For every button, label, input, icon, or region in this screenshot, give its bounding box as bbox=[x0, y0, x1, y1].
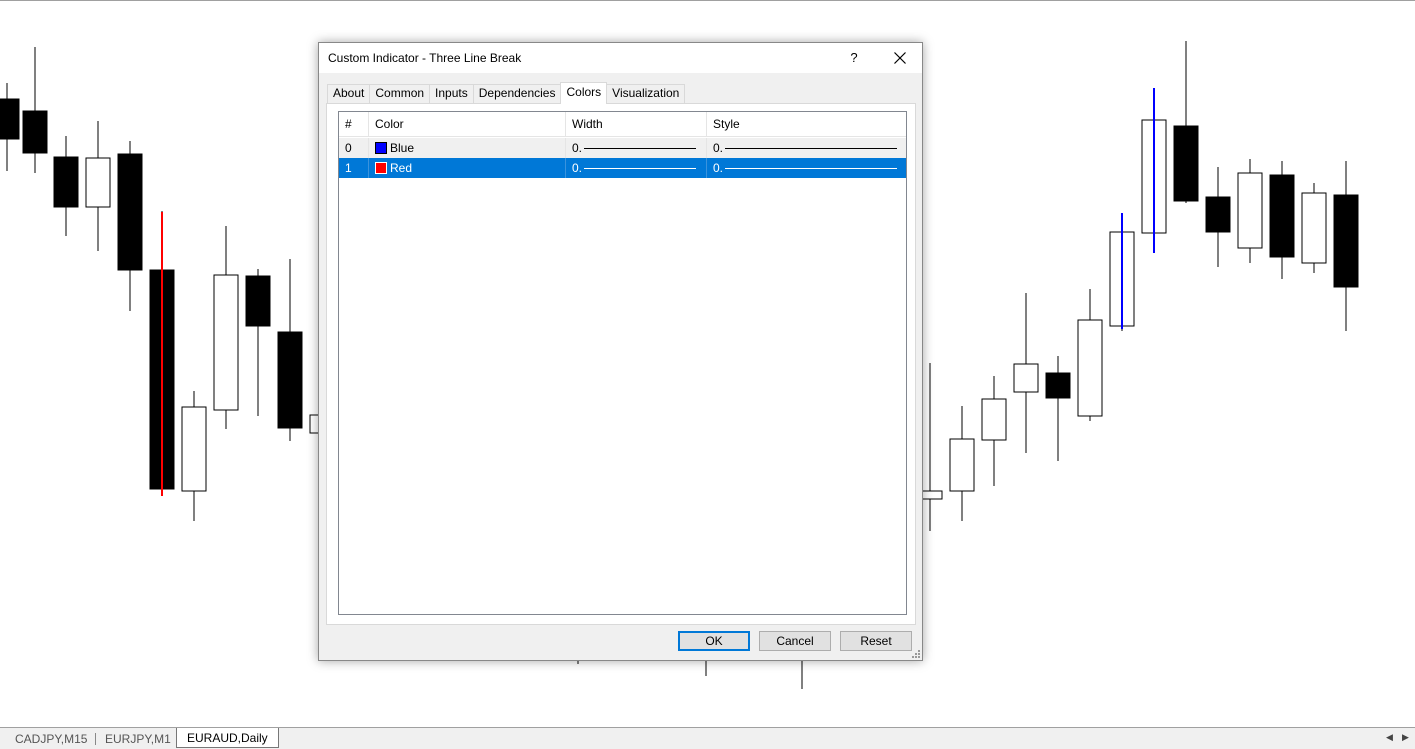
candle bbox=[1269, 161, 1295, 279]
candle bbox=[1173, 41, 1199, 203]
style-value: 0. bbox=[713, 141, 724, 155]
ok-button[interactable]: OK bbox=[678, 631, 750, 651]
scroll-left-icon[interactable]: ◀ bbox=[1386, 732, 1393, 743]
candle bbox=[1237, 159, 1263, 263]
header-style[interactable]: Style bbox=[707, 112, 906, 137]
grid-header: # Color Width Style bbox=[339, 112, 906, 137]
color-cell[interactable]: Red bbox=[369, 158, 566, 178]
candle bbox=[949, 406, 975, 521]
width-line-sample bbox=[584, 168, 696, 169]
color-name: Red bbox=[390, 161, 413, 175]
candle bbox=[22, 47, 48, 173]
chart-tab-bar: CADJPY,M15 EURJPY,M1 EURAUD,Daily ◀ ▶ bbox=[0, 727, 1415, 749]
resize-grip-icon[interactable] bbox=[912, 650, 920, 658]
close-button[interactable] bbox=[885, 47, 915, 69]
dialog-titlebar[interactable]: Custom Indicator - Three Line Break ? bbox=[319, 43, 922, 73]
width-cell[interactable]: 0. bbox=[566, 138, 707, 158]
candle bbox=[245, 269, 271, 416]
colors-tab-panel: # Color Width Style 0 Blue 0. 0. 1 Red 0… bbox=[326, 103, 916, 625]
header-index[interactable]: # bbox=[339, 112, 369, 137]
candle bbox=[1333, 161, 1359, 331]
close-icon bbox=[894, 52, 906, 64]
width-cell[interactable]: 0. bbox=[566, 158, 707, 178]
chart-tab-cadjpy[interactable]: CADJPY,M15 bbox=[5, 730, 97, 748]
tab-inputs[interactable]: Inputs bbox=[429, 84, 474, 103]
tab-dependencies[interactable]: Dependencies bbox=[472, 84, 562, 103]
style-line-sample bbox=[725, 168, 897, 169]
cancel-button[interactable]: Cancel bbox=[759, 631, 831, 651]
tab-visualization[interactable]: Visualization bbox=[606, 84, 686, 103]
custom-indicator-dialog: Custom Indicator - Three Line Break ? Ab… bbox=[318, 42, 923, 661]
width-line-sample bbox=[584, 148, 696, 149]
candle bbox=[181, 391, 207, 521]
candle bbox=[1077, 289, 1103, 421]
candle bbox=[1045, 356, 1071, 461]
style-cell[interactable]: 0. bbox=[707, 138, 906, 158]
candle bbox=[1205, 167, 1231, 267]
candle bbox=[117, 141, 143, 311]
color-name: Blue bbox=[390, 141, 415, 155]
header-width[interactable]: Width bbox=[566, 112, 707, 137]
candle bbox=[0, 83, 20, 171]
table-row[interactable]: 0 Blue 0. 0. bbox=[339, 138, 906, 158]
candle bbox=[85, 121, 111, 251]
chart-tab-eurjpy[interactable]: EURJPY,M1 bbox=[95, 730, 181, 748]
color-swatch bbox=[375, 142, 387, 154]
help-button[interactable]: ? bbox=[841, 47, 867, 69]
style-value: 0. bbox=[713, 161, 724, 175]
scroll-right-icon[interactable]: ▶ bbox=[1402, 732, 1409, 743]
table-row[interactable]: 1 Red 0. 0. bbox=[339, 158, 906, 178]
style-line-sample bbox=[725, 148, 897, 149]
candle bbox=[213, 226, 239, 429]
row-index: 0 bbox=[339, 138, 369, 158]
tab-about[interactable]: About bbox=[327, 84, 371, 103]
color-cell[interactable]: Blue bbox=[369, 138, 566, 158]
candle bbox=[277, 259, 303, 441]
tab-common[interactable]: Common bbox=[369, 84, 431, 103]
candle bbox=[53, 136, 79, 236]
header-color[interactable]: Color bbox=[369, 112, 566, 137]
width-value: 0. bbox=[572, 141, 583, 155]
colors-grid: # Color Width Style 0 Blue 0. 0. 1 Red 0… bbox=[338, 111, 907, 615]
width-value: 0. bbox=[572, 161, 583, 175]
reset-button[interactable]: Reset bbox=[840, 631, 912, 651]
tab-colors[interactable]: Colors bbox=[560, 82, 608, 104]
chart-tab-euraud[interactable]: EURAUD,Daily bbox=[176, 728, 279, 748]
dialog-title: Custom Indicator - Three Line Break bbox=[328, 51, 522, 65]
candle bbox=[981, 376, 1007, 486]
candle bbox=[1301, 183, 1327, 273]
dialog-tabs: About Common Inputs Dependencies Colors … bbox=[327, 82, 686, 104]
candle bbox=[1013, 293, 1039, 453]
row-index: 1 bbox=[339, 158, 369, 178]
style-cell[interactable]: 0. bbox=[707, 158, 906, 178]
color-swatch bbox=[375, 162, 387, 174]
